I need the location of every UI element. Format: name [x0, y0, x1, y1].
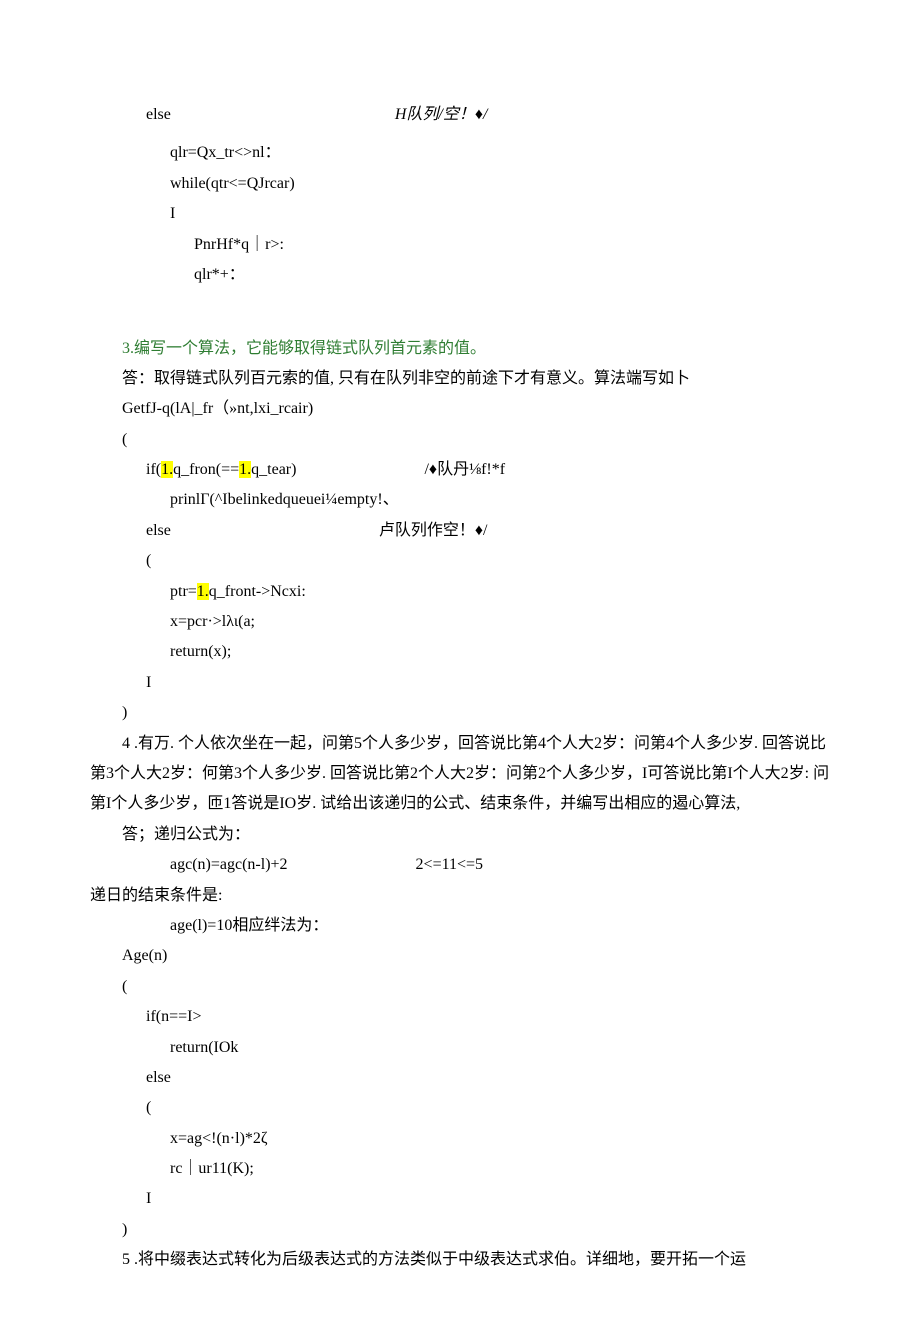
code-line: (	[90, 425, 830, 455]
q4-text: .有万. 个人依次坐在一起，问第5个人多少岁，回答说比第4个人大2岁：问第4个人…	[90, 735, 829, 813]
code-text: prinlΓ(^Ibelinkedqueuei¼empty!、	[170, 491, 399, 508]
code-line: ptr=1.q_front->Ncxi:	[90, 577, 830, 607]
comment-text: 卢队列作空！♦/	[379, 516, 488, 546]
code-text: )	[122, 1221, 127, 1238]
formula-line: agc(n)=agc(n-l)+2 2<=11<=5	[90, 850, 830, 880]
highlight-text: 1.	[197, 583, 209, 600]
code-line: )	[90, 1215, 830, 1245]
code-text: I	[146, 674, 151, 691]
q4-number: 4	[90, 735, 130, 752]
code-line: x=ag<!(n·l)*2ζ	[90, 1124, 830, 1154]
highlight-text: 1.	[161, 461, 173, 478]
code-text: (	[122, 431, 127, 448]
code-line: (	[90, 1093, 830, 1123]
formula-left: agc(n)=agc(n-l)+2	[170, 850, 288, 880]
gap	[90, 130, 830, 138]
comment-text: H队列/空！♦/	[395, 100, 488, 130]
q5-number: 5	[90, 1251, 130, 1268]
code-line: (	[90, 546, 830, 576]
code-text: GetfJ-q(lA|_fr（»nt,lxi_rcair)	[122, 400, 313, 417]
code-line: I	[90, 199, 830, 229]
code-line: Age(n)	[90, 941, 830, 971]
spacer	[171, 100, 395, 130]
code-text: q_fron(==	[173, 461, 239, 478]
code-text: qlr=Qx_tr<>nl：	[170, 144, 281, 161]
code-line: else H队列/空！♦/	[90, 100, 830, 130]
section-gap	[90, 290, 830, 333]
spacer	[296, 455, 424, 485]
code-line: PnrHf*q｜r>:	[90, 230, 830, 260]
code-line: I	[90, 668, 830, 698]
end-condition-value: age(l)=10相应绊法为：	[90, 911, 830, 941]
spacer	[171, 516, 379, 546]
code-text: x=pcr·>lλι(a;	[170, 613, 255, 630]
answer-label: 答；递归公式为：	[90, 820, 830, 850]
code-line: if(1.q_fron(==1.q_tear) /♦队丹⅛f!*f	[90, 455, 830, 485]
code-line: I	[90, 1184, 830, 1214]
question-3-title: 3.编写一个算法，它能够取得链式队列首元素的值。	[90, 334, 830, 364]
code-line: x=pcr·>lλι(a;	[90, 607, 830, 637]
spacer	[288, 850, 416, 880]
comment-text: /♦队丹⅛f!*f	[424, 455, 505, 485]
end-condition-label: 递日的结束条件是:	[90, 881, 830, 911]
code-line: )	[90, 698, 830, 728]
code-line: return(x);	[90, 637, 830, 667]
code-text: q_front->Ncxi:	[209, 583, 306, 600]
body-text: 递日的结束条件是:	[90, 887, 222, 904]
code-line: qlr*+：	[90, 260, 830, 290]
code-line: else	[90, 1063, 830, 1093]
code-text: return(IOk	[170, 1039, 238, 1056]
code-line: return(IOk	[90, 1033, 830, 1063]
code-text: (	[146, 552, 151, 569]
question-4-block: 4 .有万. 个人依次坐在一起，问第5个人多少岁，回答说比第4个人大2岁：问第4…	[90, 729, 830, 820]
code-text: rc｜ur11(K);	[170, 1160, 254, 1177]
code-text: (	[146, 1099, 151, 1116]
body-text: 答；递归公式为：	[122, 826, 250, 843]
code-text: Age(n)	[122, 947, 167, 964]
highlight-text: 1.	[239, 461, 251, 478]
body-text: 答：取得链式队列百元索的值, 只有在队列非空的前途下才有意义。算法端写如卜	[122, 370, 690, 387]
else-keyword: else	[146, 100, 171, 130]
q5-text: .将中缀表达式转化为后级表达式的方法类似于中级表达式求伯。详细地，要开拓一个运	[130, 1251, 746, 1268]
code-text: return(x);	[170, 643, 231, 660]
body-text: age(l)=10相应绊法为：	[170, 917, 328, 934]
code-line: if(n==I>	[90, 1002, 830, 1032]
code-text: I	[146, 1190, 151, 1207]
code-text: )	[122, 704, 127, 721]
code-text: qlr*+：	[194, 266, 245, 283]
document-page: else H队列/空！♦/ qlr=Qx_tr<>nl： while(qtr<=…	[0, 0, 920, 1336]
code-line: qlr=Qx_tr<>nl：	[90, 138, 830, 168]
else-keyword: else	[146, 516, 171, 546]
code-text: ptr=	[170, 583, 197, 600]
code-text: else	[146, 1069, 171, 1086]
code-line: else 卢队列作空！♦/	[90, 516, 830, 546]
code-text: if(n==I>	[146, 1008, 202, 1025]
heading-text: 3.编写一个算法，它能够取得链式队列首元素的值。	[122, 340, 486, 357]
code-line: prinlΓ(^Ibelinkedqueuei¼empty!、	[90, 485, 830, 515]
code-text: if(	[146, 461, 161, 478]
code-text: while(qtr<=QJrcar)	[170, 175, 295, 192]
code-text: q_tear)	[251, 461, 296, 478]
answer-line: 答：取得链式队列百元索的值, 只有在队列非空的前途下才有意义。算法端写如卜	[90, 364, 830, 394]
code-line: rc｜ur11(K);	[90, 1154, 830, 1184]
code-line: while(qtr<=QJrcar)	[90, 169, 830, 199]
question-5-block: 5 .将中缀表达式转化为后级表达式的方法类似于中级表达式求伯。详细地，要开拓一个…	[90, 1245, 830, 1275]
formula-right: 2<=11<=5	[416, 850, 484, 880]
code-text: x=ag<!(n·l)*2ζ	[170, 1130, 268, 1147]
code-text: I	[170, 205, 175, 222]
code-text: PnrHf*q｜r>:	[194, 236, 284, 253]
code-line: (	[90, 972, 830, 1002]
code-line: GetfJ-q(lA|_fr（»nt,lxi_rcair)	[90, 394, 830, 424]
code-left: if(1.q_fron(==1.q_tear)	[146, 455, 296, 485]
code-text: (	[122, 978, 127, 995]
